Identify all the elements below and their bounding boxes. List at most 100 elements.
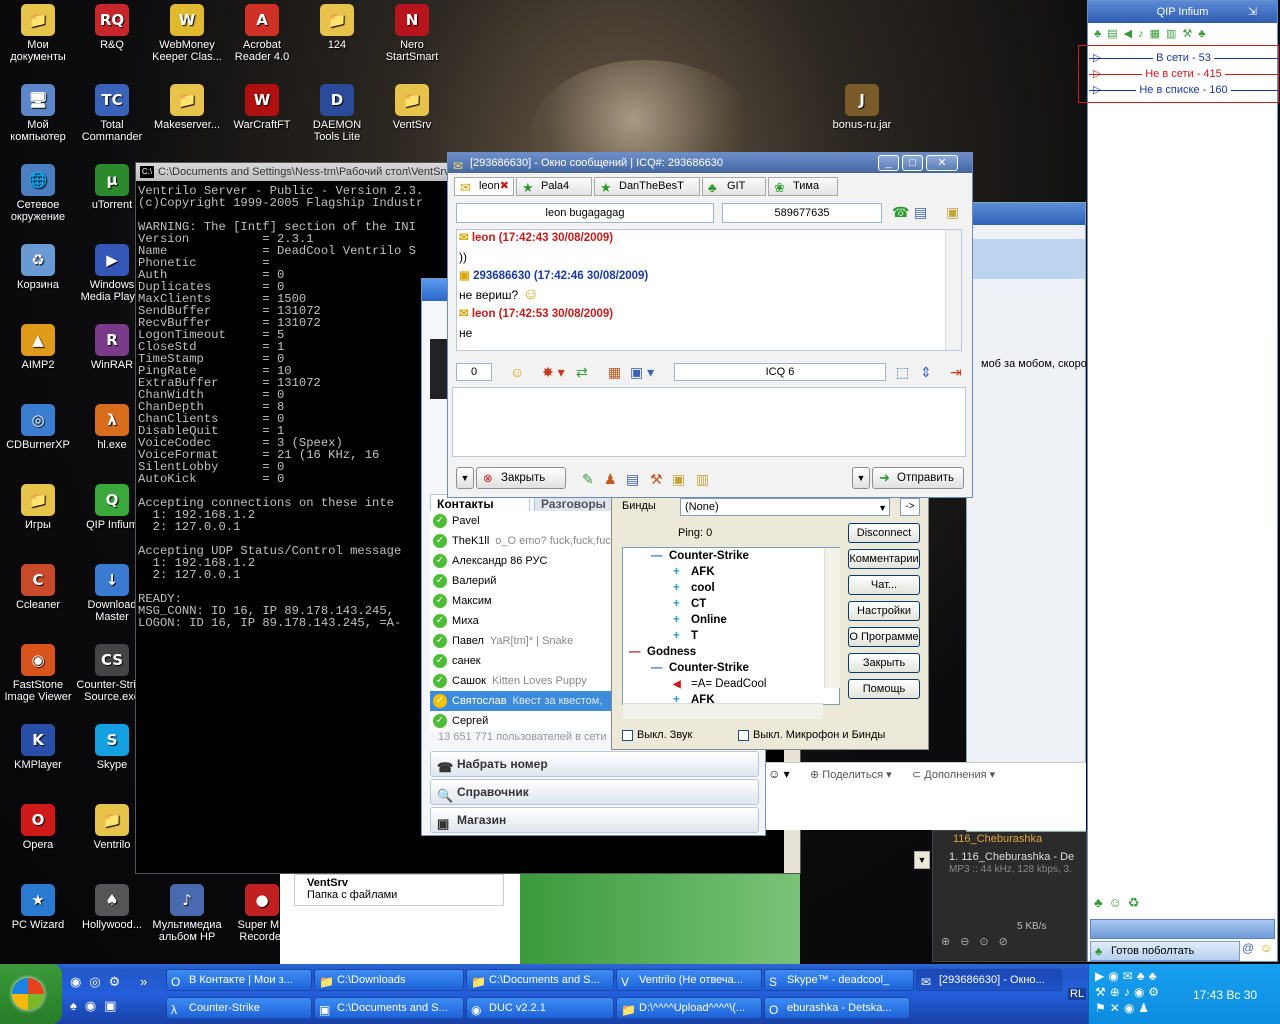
close-tab-button[interactable]: ⊗ Закрыть [476, 467, 566, 489]
tree-node[interactable]: + CT [623, 596, 839, 612]
desktop-icon[interactable]: W WebMoney Keeper Clas... [149, 4, 225, 63]
disconnect-button[interactable]: Disconnect [848, 523, 920, 543]
desktop-icon[interactable]: A Acrobat Reader 4.0 [224, 4, 300, 63]
desktop-icon[interactable]: ♠ Hollywood... [74, 884, 150, 931]
desktop-icon[interactable]: 📁 Мои документы [0, 4, 76, 63]
desktop-icon[interactable]: C Ccleaner [0, 564, 76, 611]
tab-тима[interactable]: ❀ Тима [768, 177, 838, 196]
tree-vscroll[interactable] [824, 548, 840, 688]
phone-icon[interactable]: ☎ [892, 204, 909, 220]
desktop-icon[interactable]: ★ PC Wizard [0, 884, 76, 931]
contact-item[interactable]: ✓ Pavel [430, 511, 620, 531]
tab-leon[interactable]: ✉ leon ✖ [454, 177, 514, 196]
taskbar-button[interactable]: ◉ DUC v2.2.1 [466, 997, 614, 1019]
contact-item[interactable]: ✓ Валерий [430, 571, 620, 591]
settings-button[interactable]: Настройки [848, 601, 920, 621]
tray-icons[interactable]: ▶◉✉♣♣ ⚒⊕♪◉⚙ ⚑✕◉♟ [1095, 968, 1195, 1016]
tab-pala4[interactable]: ★ Pala4 [516, 177, 592, 196]
mute-mic-checkbox[interactable]: Выкл. Микрофон и Бинды [738, 729, 885, 741]
qip-group[interactable]: ▷ Не в сети - 415 [1089, 66, 1278, 82]
desktop-icon[interactable]: ◎ CDBurnerXP [0, 404, 76, 451]
tab-git[interactable]: ♣ GIT [702, 177, 766, 196]
message-scrollbar[interactable] [945, 230, 961, 350]
tree-node[interactable]: — Godness [623, 644, 839, 660]
tree-node[interactable]: + cool [623, 580, 839, 596]
qip-status-button[interactable]: ♣ Готов поболтать [1090, 941, 1240, 961]
tree-node[interactable]: + Online [623, 612, 839, 628]
send-options-button[interactable]: ▼ [852, 467, 870, 489]
desktop-icon[interactable]: K KMPlayer [0, 724, 76, 771]
comments-button[interactable]: Комментарии [848, 549, 920, 569]
tree-node[interactable]: — Counter-Strike [623, 660, 839, 676]
about-button[interactable]: О Программе [848, 627, 920, 647]
clock[interactable]: 17:43 Вс 30 [1193, 988, 1257, 1002]
smiley-icon[interactable]: ☺ [510, 364, 524, 380]
dial-number-button[interactable]: ☎ Набрать номер [430, 751, 759, 777]
list-icon[interactable]: ▤ [626, 471, 639, 487]
tab-danthebest[interactable]: ★ DanTheBesT [594, 177, 700, 196]
desktop-icon[interactable]: ♻ Корзина [0, 244, 76, 291]
qip-pin-icon[interactable]: ⇲ [1248, 1, 1257, 23]
spellcheck-icon[interactable]: ✎ [582, 471, 594, 487]
tree-node[interactable]: + T [623, 628, 839, 644]
tree-node[interactable]: + AFK [623, 564, 839, 580]
taskbar-button[interactable]: 📁 C:\Downloads [314, 969, 464, 991]
desktop-icon[interactable]: O Opera [0, 804, 76, 851]
contact-item[interactable]: ✓ санек [430, 651, 620, 671]
help-button[interactable]: Помощь [848, 679, 920, 699]
share-button[interactable]: ⊕ Поделиться ▾ [810, 768, 892, 781]
fullscreen-icon[interactable]: ⬚ [896, 364, 909, 380]
calendar-icon[interactable]: ▦ [608, 364, 621, 380]
binds-select[interactable]: (None) ▼ [680, 498, 890, 516]
tree-node[interactable]: — Counter-Strike [623, 548, 839, 564]
close-tab-icon[interactable]: ✖ [500, 178, 509, 195]
desktop-icon[interactable]: D DAEMON Tools Lite [299, 84, 375, 143]
taskbar-button[interactable]: S Skype™ - deadcool_ [764, 969, 914, 991]
qip-toolbar[interactable]: ♣▤◀♪▦▥⚒♣ [1094, 27, 1271, 41]
split-icon[interactable]: ⇕ [920, 364, 932, 380]
taskbar-button[interactable]: ✉ [293686630] - Окно... [916, 969, 1062, 991]
contact-item[interactable]: ✓ Сашок Kitten Loves Puppy [430, 671, 620, 691]
close-button[interactable]: Закрыть [848, 653, 920, 673]
taskbar-button[interactable]: Oeburashka - Detska... [764, 997, 910, 1019]
contact-item[interactable]: ✓ Сергей [430, 711, 620, 731]
exit-icon[interactable]: ⇥ [950, 364, 962, 380]
settings-icon[interactable]: ⚒ [650, 471, 663, 487]
taskbar-button[interactable]: λ Counter-Strike [166, 997, 312, 1019]
addons-button[interactable]: ⊂ Дополнения ▾ [912, 768, 995, 781]
desktop-icon[interactable]: W WarCraftFT [224, 84, 300, 131]
translit-icon[interactable]: ⇄ [576, 364, 588, 380]
binds-arrow-button[interactable]: -> [900, 498, 920, 516]
notes-icon[interactable]: ▥ [696, 471, 709, 487]
tree-hscroll[interactable] [623, 703, 823, 719]
language-indicator[interactable]: RL [1068, 988, 1087, 1000]
taskbar-button[interactable]: 📁 D:\^^^^Upload^^^^\(... [616, 997, 762, 1019]
tree-node[interactable]: ◀ =A= DeadCool [623, 676, 839, 692]
send-button[interactable]: ➜ Отправить [872, 467, 964, 489]
contact-item[interactable]: ✓ Миха [430, 611, 620, 631]
contact-item[interactable]: ✓ Святослав Квест за квестом, [430, 691, 620, 711]
desktop-icon[interactable]: 📁 124 [299, 4, 375, 51]
qip-user-icon[interactable]: ☺ [1260, 941, 1276, 961]
desktop-icon[interactable]: ◉ FastStone Image Viewer [0, 644, 76, 703]
history-folder-icon[interactable]: ▣ [946, 204, 959, 220]
folder-icon[interactable]: ▣ [672, 471, 685, 487]
taskbar-button[interactable]: 📁 C:\Documents and S... [466, 969, 614, 991]
qip-email-icon[interactable]: @ [1242, 941, 1258, 961]
contact-item[interactable]: ✓ TheK1ll o_O emo? fuck,fuck,fuck [430, 531, 620, 551]
taskbar-button[interactable]: ▣ C:\Documents and S... [314, 997, 464, 1019]
qip-group[interactable]: ▷ Не в списке - 160 [1089, 82, 1278, 98]
contacts-icon[interactable]: ♟ [604, 471, 617, 487]
flash-icon[interactable]: ✸ ▾ [542, 364, 565, 380]
user-info-icon[interactable]: ▤ [914, 204, 927, 220]
mute-sound-checkbox[interactable]: Выкл. Звук [622, 729, 692, 741]
desktop-icon[interactable]: RQ R&Q [74, 4, 150, 51]
contact-item[interactable]: ✓ Павел YaR[tm]* | Snake [430, 631, 620, 651]
desktop-icon[interactable]: ♪ Мультимедиа альбом HP [149, 884, 225, 943]
taskbar-button[interactable]: O В Контакте | Мои з... [166, 969, 312, 991]
message-input[interactable] [452, 387, 966, 457]
qip-bottom-icons[interactable]: ♣☺♻ [1094, 895, 1145, 911]
shop-button[interactable]: ▣ Магазин [430, 807, 759, 833]
chat-button[interactable]: Чат... [848, 575, 920, 595]
icq-titlebar[interactable]: ✉ [293686630] - Окно сообщений | ICQ#: 2… [448, 153, 972, 173]
